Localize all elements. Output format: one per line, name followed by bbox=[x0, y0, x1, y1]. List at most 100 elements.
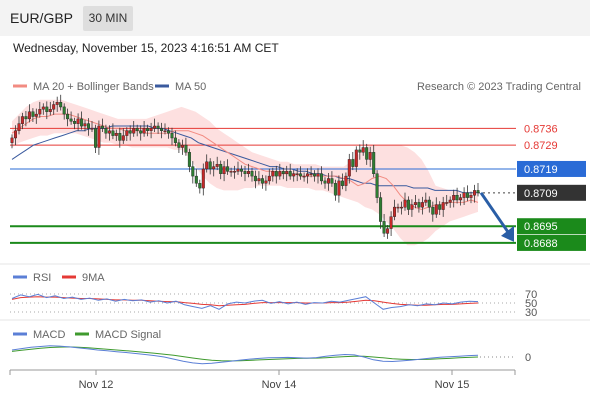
candle-body bbox=[187, 152, 191, 167]
candle-body bbox=[55, 101, 59, 105]
candle-body bbox=[274, 171, 278, 177]
candle-body bbox=[406, 199, 410, 210]
candle-body bbox=[330, 178, 334, 184]
candle-body bbox=[86, 123, 90, 129]
candle-body bbox=[62, 106, 66, 115]
x-axis-tick-label: Nov 15 bbox=[435, 379, 470, 391]
candle-body bbox=[132, 128, 136, 134]
candle-body bbox=[403, 199, 407, 208]
candle-body bbox=[180, 144, 184, 148]
candle-body bbox=[205, 161, 209, 170]
candle-body bbox=[476, 190, 480, 193]
candle-body bbox=[236, 168, 240, 172]
candle-body bbox=[66, 113, 70, 120]
candle-body bbox=[379, 197, 383, 222]
candle-body bbox=[382, 221, 386, 234]
candle-body bbox=[473, 190, 477, 196]
candle-body bbox=[323, 180, 327, 184]
candle-body bbox=[400, 206, 404, 209]
pivot-level-label: 0.8719 bbox=[524, 164, 558, 176]
candle-body bbox=[344, 175, 348, 186]
candle-body bbox=[452, 194, 456, 201]
bollinger-legend-label: MA 20 + Bollinger Bands bbox=[33, 81, 154, 93]
candle-body bbox=[201, 168, 205, 189]
candle-body bbox=[73, 120, 77, 124]
candle-body bbox=[337, 180, 341, 196]
forecast-arrow-head bbox=[501, 225, 514, 242]
rsi-panel: RSI 9MA 705030 bbox=[10, 272, 537, 319]
resistance-level-label: 0.8729 bbox=[524, 140, 558, 152]
candle-body bbox=[80, 118, 84, 127]
candle-body bbox=[333, 183, 337, 196]
candle-body bbox=[156, 125, 160, 129]
candle-body bbox=[455, 194, 459, 201]
candle-body bbox=[135, 128, 139, 131]
candle-body bbox=[267, 175, 271, 182]
candle-body bbox=[250, 171, 254, 177]
candle-body bbox=[309, 173, 313, 175]
macd-panel: MACD MACD Signal 0 bbox=[11, 329, 531, 365]
candle-body bbox=[239, 168, 243, 172]
current-price-label: 0.8709 bbox=[524, 188, 558, 200]
candle-body bbox=[59, 101, 63, 108]
candle-body bbox=[459, 197, 463, 201]
candle-body bbox=[208, 161, 212, 170]
candle-body bbox=[462, 192, 466, 198]
candle-body bbox=[76, 118, 80, 124]
macd-signal-legend-label: MACD Signal bbox=[95, 329, 161, 341]
candle-body bbox=[278, 171, 282, 177]
forecast-arrow-shaft bbox=[479, 191, 512, 236]
candle-body bbox=[431, 206, 435, 215]
candle-body bbox=[351, 159, 355, 167]
x-axis-tick-label: Nov 12 bbox=[79, 379, 114, 391]
rsi-ma-legend-label: 9MA bbox=[82, 272, 105, 284]
candle-body bbox=[417, 202, 421, 208]
candle-body bbox=[222, 166, 226, 175]
candle-body bbox=[466, 192, 470, 198]
candle-body bbox=[313, 173, 317, 177]
candle-body bbox=[424, 199, 428, 203]
candle-body bbox=[69, 118, 73, 122]
candle-body bbox=[114, 132, 118, 136]
candle-body bbox=[229, 171, 233, 173]
candle-body bbox=[295, 173, 299, 175]
candle-body bbox=[427, 199, 431, 208]
candle-body bbox=[159, 128, 163, 131]
candle-body bbox=[445, 202, 449, 204]
candle-body bbox=[97, 125, 101, 148]
x-axis-tick-label: Nov 14 bbox=[262, 379, 297, 391]
candle-body bbox=[48, 109, 52, 112]
candle-body bbox=[142, 128, 146, 134]
candle-body bbox=[316, 173, 320, 177]
ma50-legend-label: MA 50 bbox=[175, 81, 206, 93]
candle-body bbox=[320, 173, 324, 182]
candle-body bbox=[375, 173, 379, 198]
candle-body bbox=[121, 135, 125, 141]
candle-body bbox=[10, 137, 14, 143]
candle-body bbox=[358, 149, 362, 153]
candle-body bbox=[34, 113, 38, 117]
candle-body bbox=[93, 128, 97, 148]
candle-body bbox=[389, 216, 393, 229]
candle-body bbox=[173, 137, 177, 143]
candle-body bbox=[149, 128, 153, 131]
candle-body bbox=[215, 163, 219, 167]
candle-body bbox=[128, 130, 132, 134]
candle-body bbox=[191, 166, 195, 177]
candle-body bbox=[170, 132, 174, 139]
candle-body bbox=[434, 204, 438, 215]
candle-body bbox=[13, 130, 17, 139]
x-axis: Nov 12 Nov 14 Nov 15 bbox=[9, 369, 516, 391]
candle-body bbox=[125, 130, 129, 136]
candle-body bbox=[194, 175, 198, 184]
candle-body bbox=[340, 180, 344, 186]
candle-body bbox=[302, 175, 306, 178]
candle-body bbox=[100, 125, 104, 129]
candle-body bbox=[438, 204, 442, 210]
candle-body bbox=[212, 166, 216, 170]
candle-body bbox=[31, 111, 35, 117]
candle-body bbox=[285, 171, 289, 174]
candle-body bbox=[198, 183, 202, 189]
candle-body bbox=[420, 202, 424, 208]
support-level-label: 0.8688 bbox=[524, 238, 558, 250]
